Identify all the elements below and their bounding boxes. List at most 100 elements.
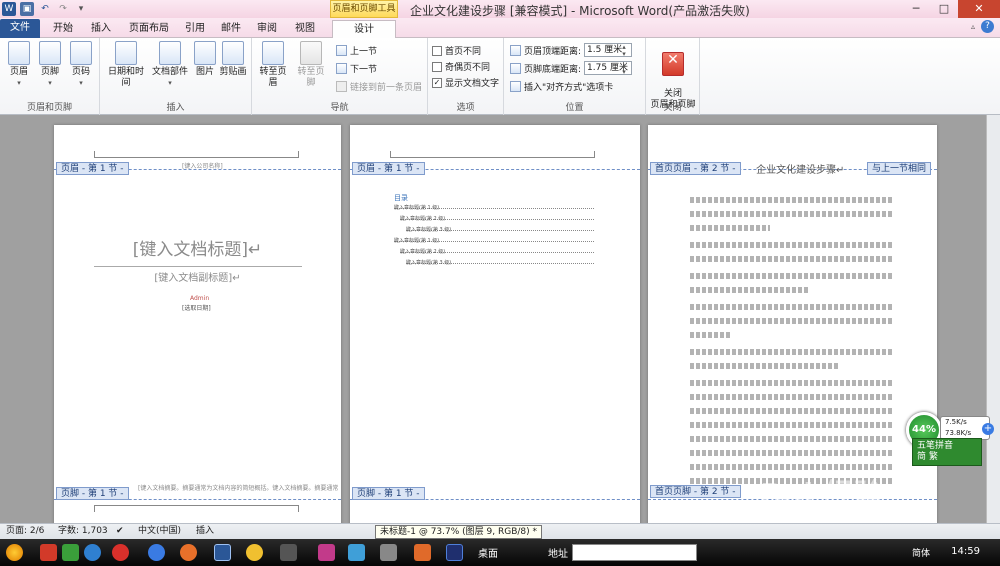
header-button[interactable]: 页眉 ▾ [2, 41, 36, 89]
save-icon[interactable]: ▣ [20, 2, 34, 16]
app-icon[interactable] [380, 544, 397, 561]
firefox-icon[interactable] [180, 544, 197, 561]
system-clock[interactable]: 14:59 [951, 546, 980, 557]
footer-distance-input[interactable]: 1.75 厘米 [584, 61, 633, 75]
ime-mode: 简 繁 [917, 452, 938, 462]
toc-item[interactable]: 键入章标题(第 1 级) [394, 204, 594, 211]
tab-references[interactable]: 引用 [180, 20, 210, 38]
ie-icon[interactable] [148, 544, 165, 561]
prev-section-label: 上一节 [350, 47, 378, 57]
vertical-scrollbar[interactable] [986, 115, 1000, 523]
tab-file[interactable]: 文件 [0, 19, 40, 38]
goto-header-button[interactable]: 转至页眉 [256, 41, 290, 89]
maximize-button[interactable]: □ [930, 0, 958, 18]
document-workspace[interactable]: [键入公司名称] 页眉 - 第 1 节 - [键入文档标题]↵ [键入文档副标题… [0, 115, 1000, 523]
app-icon[interactable] [318, 544, 335, 561]
insert-mode-indicator[interactable]: 插入 [196, 524, 214, 539]
word-taskbar-icon[interactable] [214, 544, 231, 561]
app-icon[interactable] [414, 544, 431, 561]
baidu-watermark-url: jingyan.baidu.com [768, 505, 879, 519]
datetime-button[interactable]: 日期和时间 [104, 41, 148, 89]
language-indicator[interactable]: 中文(中国) [138, 524, 181, 539]
tab-page-layout[interactable]: 页面布局 [124, 20, 174, 38]
insert-align-tab-button[interactable]: 插入"对齐方式"选项卡 [510, 80, 613, 93]
tab-view[interactable]: 视图 [290, 20, 320, 38]
document-page-2[interactable]: 页眉 - 第 1 节 - 目录 键入章标题(第 1 级) 键入章标题(第 2 级… [350, 125, 640, 523]
address-bar-input[interactable] [572, 544, 697, 561]
app-icon[interactable] [62, 544, 79, 561]
document-page-1[interactable]: [键入公司名称] 页眉 - 第 1 节 - [键入文档标题]↵ [键入文档副标题… [54, 125, 341, 523]
abstract-placeholder[interactable]: [键入文档摘要。摘要通常为文档内容的简短概括。键入文档摘要。摘要通常为文档内容的… [138, 483, 338, 492]
diff-odd-even-checkbox[interactable]: 奇偶页不同 [432, 60, 490, 73]
footer-label: 页脚 [40, 67, 59, 77]
app-icon[interactable] [348, 544, 365, 561]
header-distance-input[interactable]: 1.5 厘米 [584, 43, 633, 57]
media-icon[interactable] [280, 544, 297, 561]
desktop-toolbar-label[interactable]: 桌面 [478, 545, 498, 560]
window-tooltip: 未标题-1 @ 73.7% (图层 9, RGB/8) * [375, 525, 542, 539]
toc-item[interactable]: 键入章标题(第 2 级) [400, 215, 594, 222]
show-doc-text-checkbox[interactable]: ✓ 显示文档文字 [432, 76, 499, 89]
goto-footer-button[interactable]: 转至页脚 [294, 41, 328, 89]
clipart-icon [222, 41, 244, 65]
header-label: 页眉 [9, 67, 28, 77]
checkbox-icon [432, 45, 442, 56]
footer-button[interactable]: 页脚 ▾ [33, 41, 67, 89]
doc-title-placeholder[interactable]: [键入文档标题]↵ [54, 235, 341, 260]
tab-mailings[interactable]: 邮件 [216, 20, 246, 38]
prev-section-button[interactable]: 上一节 [336, 44, 377, 57]
diff-first-page-checkbox[interactable]: 首页不同 [432, 44, 481, 57]
spellcheck-icon[interactable]: ✔ [116, 524, 124, 539]
ime-toolbar[interactable]: 五笔拼音 简 繁 [912, 438, 982, 466]
docparts-button[interactable]: 文档部件 ▾ [150, 41, 190, 89]
clipart-label: 剪贴画 [219, 67, 247, 77]
link-previous-button[interactable]: 链接到前一条页眉 [336, 80, 422, 93]
ime-indicator[interactable]: 简体 [912, 546, 930, 559]
opera-icon[interactable] [112, 544, 129, 561]
page-number-button[interactable]: 页码 ▾ [64, 41, 98, 89]
toc-item[interactable]: 键入章标题(第 3 级) [406, 259, 594, 266]
help-icon[interactable]: ? [981, 20, 994, 33]
body-text-line [690, 242, 894, 248]
author-field[interactable]: Admin [190, 295, 209, 302]
group-navigation: 转至页眉 转至页脚 上一节 下一节 链接到前一条页眉 导航 [252, 38, 428, 115]
tab-design[interactable]: 设计 [332, 20, 396, 39]
browser-icon[interactable] [84, 544, 101, 561]
collapse-ribbon-icon[interactable]: ▵ [971, 22, 975, 31]
header-bracket [94, 151, 299, 158]
body-text-line [690, 256, 894, 262]
plus-icon[interactable]: + [982, 423, 994, 435]
tab-home[interactable]: 开始 [46, 20, 80, 38]
next-section-button[interactable]: 下一节 [336, 62, 377, 75]
window-controls: ─ □ ✕ [902, 0, 1000, 18]
date-field[interactable]: [选取日期] [182, 303, 211, 312]
header-text[interactable]: 企业文化建设步骤↵ [756, 161, 844, 176]
link-icon [336, 81, 347, 92]
undo-icon[interactable]: ↶ [38, 2, 52, 16]
doc-subtitle-placeholder[interactable]: [键入文档副标题]↵ [54, 269, 341, 284]
checkbox-icon [432, 61, 442, 72]
group-insert: 日期和时间 文档部件 ▾ 图片 剪贴画 插入 [100, 38, 252, 115]
photoshop-icon[interactable] [446, 544, 463, 561]
word-count[interactable]: 字数: 1,703 [58, 524, 108, 539]
page-indicator[interactable]: 页面: 2/6 [6, 524, 44, 539]
close-window-button[interactable]: ✕ [958, 0, 1000, 18]
qq-icon[interactable] [40, 544, 57, 561]
tab-review[interactable]: 审阅 [252, 20, 282, 38]
footer-section-tag: 首页页脚 - 第 2 节 - [650, 485, 741, 498]
dropdown-arrow-icon: ▾ [168, 79, 172, 87]
document-page-3[interactable]: 首页页眉 - 第 2 节 - 企业文化建设步骤↵ 与上一节相同 首页页脚 - 第… [648, 125, 937, 523]
word-logo-icon[interactable]: W [2, 2, 16, 16]
customize-qat-icon[interactable]: ▾ [74, 2, 88, 16]
redo-icon[interactable]: ↷ [56, 2, 70, 16]
tab-insert[interactable]: 插入 [84, 20, 118, 38]
toc-item[interactable]: 键入章标题(第 1 级) [394, 237, 594, 244]
start-button-icon[interactable] [6, 544, 23, 561]
toc-item[interactable]: 键入章标题(第 3 级) [406, 226, 594, 233]
docparts-label: 文档部件 [151, 67, 188, 77]
minimize-button[interactable]: ─ [902, 0, 930, 18]
clipart-button[interactable]: 剪贴画 [216, 41, 250, 78]
ribbon-tab-bar: 文件 开始 插入 页面布局 引用 邮件 审阅 视图 设计 [0, 18, 1000, 39]
toc-item[interactable]: 键入章标题(第 2 级) [400, 248, 594, 255]
chrome-icon[interactable] [246, 544, 263, 561]
